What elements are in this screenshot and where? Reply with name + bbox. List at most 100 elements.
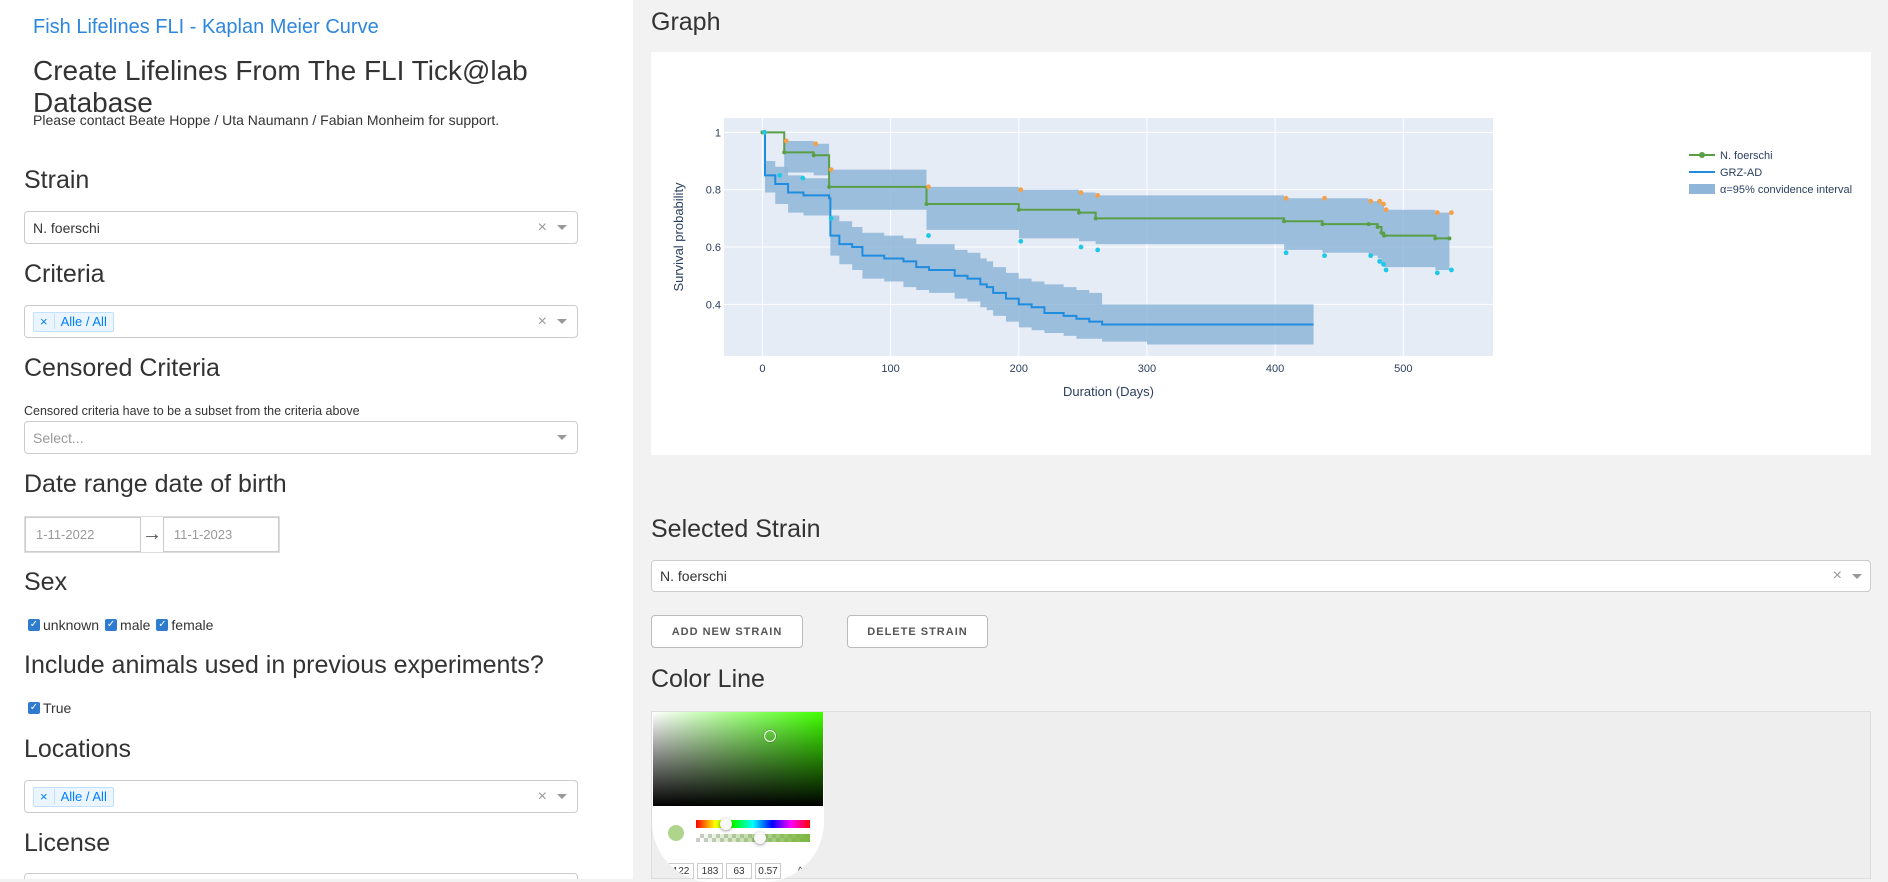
red-input[interactable]: 122: [668, 863, 694, 879]
x-tick-label: 500: [1394, 363, 1412, 375]
kaplan-meier-chart: 0 100 200 300 400 500 0.4 0.6 0.8 1 Duration (Day…: [671, 118, 1852, 399]
app-title-link[interactable]: Fish Lifelines FLI - Kaplan Meier Curve: [33, 16, 379, 39]
sex-option-female[interactable]: ✓ female: [156, 617, 213, 633]
color-picker-container: [651, 711, 1871, 879]
hue-handle[interactable]: [720, 818, 732, 830]
sex-option-male[interactable]: ✓ male: [105, 617, 150, 633]
date-end-input[interactable]: 11-1-2023: [162, 517, 280, 552]
saturation-area[interactable]: [653, 712, 823, 806]
censored-criteria-select[interactable]: Select...: [24, 421, 578, 454]
legend-label-ci: α=95% convidence interval: [1720, 184, 1852, 196]
censor-marker-upper: [1381, 201, 1386, 207]
criteria-tag: × Alle / All: [33, 311, 114, 332]
clear-icon[interactable]: ×: [1833, 567, 1842, 585]
delete-strain-button[interactable]: DELETE STRAIN: [847, 615, 988, 648]
censor-marker-lower: [800, 175, 806, 181]
x-tick-label: 100: [881, 363, 899, 375]
legend-item-grz-ad[interactable]: GRZ-AD: [1689, 167, 1762, 179]
locations-tag: × Alle / All: [33, 786, 114, 807]
censor-marker-lower: [1283, 250, 1289, 256]
chevron-down-icon[interactable]: [557, 319, 567, 324]
censor-marker-lower: [1018, 238, 1024, 244]
green-input[interactable]: 183: [697, 863, 723, 879]
x-tick-label: 0: [759, 363, 765, 375]
censor-marker-upper: [1078, 190, 1084, 195]
page-title: Create Lifelines From The FLI Tick@lab D…: [33, 55, 528, 118]
legend-item-ci[interactable]: α=95% convidence interval: [1689, 184, 1852, 196]
chart-legend[interactable]: N. foerschi GRZ-AD α=95% convidence inte…: [1689, 150, 1852, 196]
censor-marker-upper: [1322, 195, 1327, 201]
locations-tag-label: Alle / All: [60, 789, 107, 804]
hue-slider[interactable]: [696, 818, 810, 830]
step-marker: [827, 184, 832, 189]
clear-icon[interactable]: ×: [538, 788, 547, 806]
selected-strain-select[interactable]: N. foerschi ×: [651, 560, 1871, 592]
censored-criteria-heading: Censored Criteria: [24, 354, 220, 382]
censor-marker-lower: [1383, 267, 1389, 273]
step-marker: [811, 153, 816, 158]
step-marker: [1093, 216, 1098, 221]
chevron-up-icon[interactable]: ^: [798, 866, 803, 877]
chevron-down-icon[interactable]: [557, 435, 567, 440]
checkbox-checked-icon[interactable]: ✓: [28, 619, 40, 631]
y-tick-label: 0.4: [706, 299, 721, 311]
censor-marker-lower: [1381, 261, 1386, 267]
saturation-handle[interactable]: [764, 730, 776, 742]
remove-tag-icon[interactable]: ×: [34, 789, 55, 804]
strain-select[interactable]: N. foerschi ×: [24, 211, 578, 244]
graph-card: 0 100 200 300 400 500 0.4 0.6 0.8 1 Duration (Day…: [651, 52, 1871, 455]
alpha-slider[interactable]: [696, 832, 810, 844]
checkbox-checked-icon[interactable]: ✓: [105, 619, 118, 631]
support-text: Please contact Beate Hoppe / Uta Naumann…: [33, 112, 500, 128]
censor-marker-upper: [1018, 187, 1024, 193]
censor-marker-lower: [1322, 253, 1327, 259]
add-new-strain-button[interactable]: ADD NEW STRAIN: [651, 615, 803, 648]
clear-icon[interactable]: ×: [538, 313, 547, 331]
censor-marker-upper: [813, 141, 819, 147]
legend-label-n-foerschi: N. foerschi: [1720, 150, 1773, 162]
censor-marker-lower: [1449, 267, 1454, 273]
clear-icon[interactable]: ×: [538, 219, 547, 237]
date-start-input[interactable]: 1-11-2022: [25, 517, 142, 552]
checkbox-checked-icon[interactable]: ✓: [28, 702, 40, 714]
strain-heading: Strain: [24, 166, 90, 194]
x-tick-label: 200: [1010, 363, 1028, 375]
color-line-heading: Color Line: [651, 665, 765, 693]
blue-input[interactable]: 63: [726, 863, 752, 879]
previous-option-true[interactable]: ✓ True: [28, 700, 71, 716]
chevron-down-icon[interactable]: [557, 794, 567, 799]
x-tick-label: 400: [1266, 363, 1284, 375]
criteria-select[interactable]: × Alle / All ×: [24, 305, 578, 338]
chevron-down-icon[interactable]: [1852, 573, 1862, 579]
censor-marker-lower: [828, 215, 834, 221]
rgba-inputs: 122 183 63 0.57: [668, 863, 781, 879]
alpha-handle[interactable]: [754, 832, 766, 844]
censor-marker-upper: [1449, 210, 1454, 216]
sex-option-unknown[interactable]: ✓ unknown: [28, 617, 99, 633]
censor-marker-lower: [762, 129, 767, 135]
censor-marker-upper: [1283, 195, 1289, 201]
censor-marker-upper: [926, 184, 931, 190]
censor-marker-upper: [1095, 193, 1101, 198]
step-marker: [1282, 219, 1287, 224]
censored-criteria-hint: Censored criteria have to be a subset fr…: [24, 404, 360, 418]
y-tick-label: 1: [715, 127, 721, 139]
sex-heading: Sex: [24, 568, 68, 596]
censor-marker-upper: [1383, 207, 1389, 213]
legend-label-grz-ad: GRZ-AD: [1720, 167, 1762, 179]
step-marker: [1382, 233, 1387, 238]
step-marker: [782, 150, 787, 155]
color-swatch: [668, 825, 684, 841]
legend-item-n-foerschi[interactable]: N. foerschi: [1689, 150, 1773, 162]
step-marker: [1366, 222, 1371, 227]
arrow-right-icon: →: [142, 523, 162, 545]
chevron-down-icon[interactable]: [557, 225, 567, 230]
remove-tag-icon[interactable]: ×: [34, 314, 55, 329]
license-select[interactable]: [24, 873, 578, 879]
locations-select[interactable]: × Alle / All ×: [24, 780, 578, 813]
y-tick-label: 0.8: [706, 185, 721, 197]
x-axis-label: Duration (Days): [1063, 384, 1154, 399]
alpha-input[interactable]: 0.57: [755, 863, 781, 879]
censor-marker-upper: [828, 167, 834, 173]
checkbox-checked-icon[interactable]: ✓: [156, 619, 169, 631]
